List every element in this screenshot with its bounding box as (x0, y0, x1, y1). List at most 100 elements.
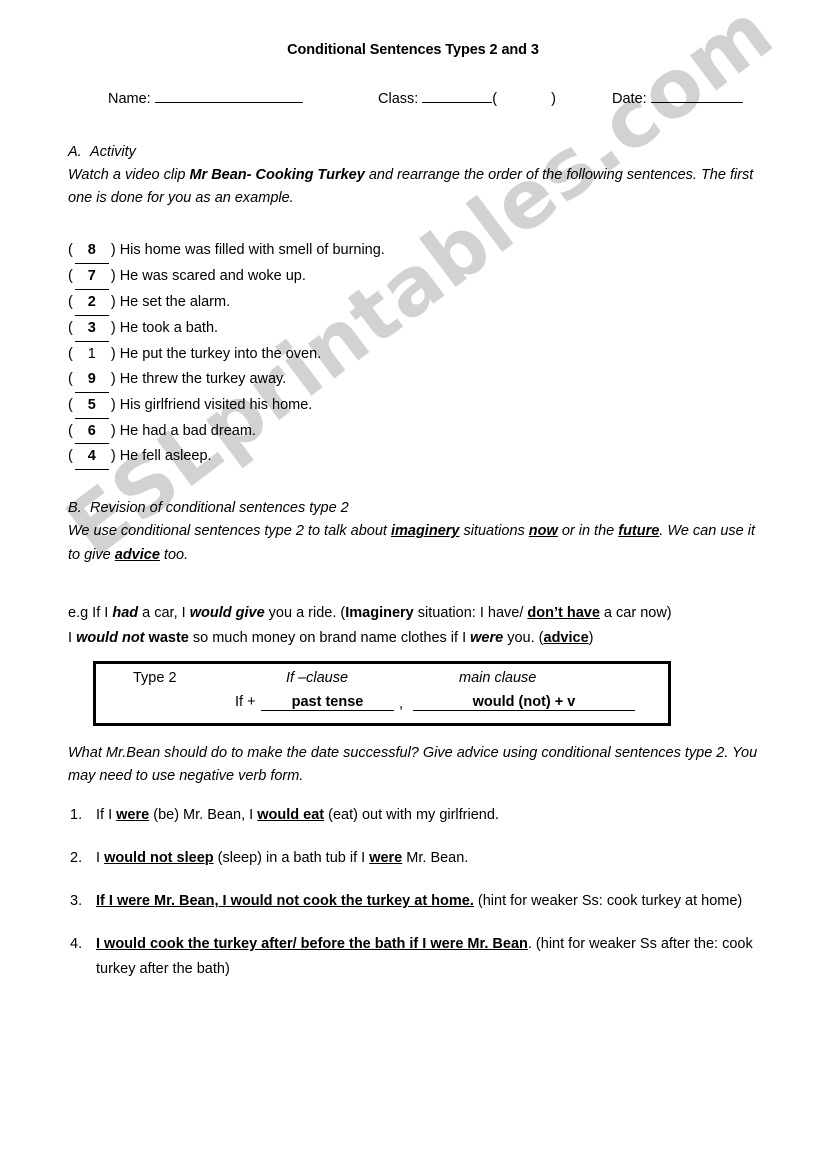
ordering-item-text: He put the turkey into the oven. (119, 345, 322, 362)
if-clause-header: If –clause (286, 669, 349, 686)
ordering-item-text: He fell asleep. (119, 448, 212, 465)
name-label: Name: (108, 91, 151, 107)
name-field[interactable]: Name: (108, 88, 303, 107)
explanation-part-2: situations (459, 523, 529, 540)
eg2-would-not: would not (76, 630, 145, 647)
eg1-had: had (112, 605, 139, 622)
ordering-item-text: He set the alarm. (119, 293, 231, 310)
keyword-imaginery: imaginery (390, 523, 460, 540)
order-answer-blank[interactable]: 9 (74, 367, 109, 393)
paren-open: ( (68, 370, 73, 387)
class-blank[interactable] (422, 88, 493, 103)
order-answer-blank[interactable]: 7 (74, 264, 109, 290)
eg2-were: were (470, 630, 504, 647)
paren-open: ( (68, 241, 73, 258)
section-b: B. Revision of conditional sentences type… (0, 500, 826, 981)
answer-blank-2[interactable]: would eat (257, 807, 324, 823)
paren-open: ( (68, 345, 73, 362)
video-clip-title: Mr Bean- Cooking Turkey (189, 167, 365, 183)
eg1-would-give: would give (189, 605, 265, 622)
date-field[interactable]: Date: (612, 88, 743, 107)
ordering-item-text: He took a bath. (119, 319, 219, 336)
answer-blank-1[interactable]: were (116, 807, 149, 823)
section-b-label: Revision of conditional sentences type 2 (90, 500, 349, 517)
explanation-part-5: too. (159, 546, 189, 563)
example-line-1: e.g If I had a car, I would give you a r… (68, 601, 766, 626)
date-blank[interactable] (650, 88, 743, 103)
paren-close: ) (110, 396, 120, 413)
paren-open: ( (68, 396, 73, 413)
paren-open: ( (68, 293, 73, 310)
section-b-letter: B. (68, 500, 82, 517)
examples-block: e.g If I had a car, I would give you a r… (68, 601, 766, 650)
paren-open: ( (68, 448, 73, 465)
order-answer-blank[interactable]: 4 (74, 444, 109, 471)
order-answer-blank[interactable]: 2 (74, 290, 109, 316)
eg1-part-4: situation: I have/ (413, 605, 528, 622)
ordering-item-text: He threw the turkey away. (119, 370, 287, 387)
section-a-heading: A. Activity (68, 144, 766, 160)
answer-blank-1[interactable]: would not sleep (104, 850, 214, 866)
main-clause-header: main clause (459, 669, 537, 686)
eg2-part-3: you. ( (503, 630, 544, 647)
eg1-part-3: you a ride. ( (264, 605, 346, 622)
keyword-now: now (528, 523, 558, 540)
ordering-item-text: His home was filled with smell of burnin… (119, 241, 385, 258)
section-a-instructions: Watch a video clip Mr Bean- Cooking Turk… (68, 164, 766, 211)
answer-blank-1[interactable]: I would cook the turkey after/ before th… (96, 936, 528, 952)
order-answer-blank[interactable]: 6 (74, 419, 109, 445)
answer-hint: (hint for weaker Ss: cook turkey at home… (473, 893, 743, 909)
answer-blank-1[interactable]: If I were Mr. Bean, I would not cook the… (96, 893, 474, 909)
paren-close: ) (110, 267, 120, 284)
example-line-2: I would not waste so much money on brand… (68, 626, 766, 651)
eg2-waste: waste (148, 630, 189, 647)
paren-close: ) (110, 293, 120, 310)
eg2-advice: advice (543, 630, 589, 647)
answers-list: 1. If I were (be) Mr. Bean, I would eat (… (68, 803, 766, 982)
formula-box: Type 2 If –clause main clause If + past … (93, 660, 671, 726)
answer-item: 4. I would cook the turkey after/ before … (68, 932, 766, 982)
answer-text-post: (eat) out with my girlfriend. (324, 807, 499, 824)
would-not-v-blank[interactable]: would (not) + v (413, 694, 635, 711)
answer-number: 1. (70, 807, 83, 824)
answer-number: 2. (70, 850, 83, 867)
eg2-part-4: ) (588, 630, 594, 647)
order-answer-blank[interactable]: 3 (74, 316, 109, 342)
answer-item: 1. If I were (be) Mr. Bean, I would eat (… (68, 803, 766, 828)
ordering-item: (6) He had a bad dream. (68, 419, 766, 445)
ordering-item-text: His girlfriend visited his home. (119, 396, 313, 413)
past-tense-blank[interactable]: past tense (261, 694, 394, 711)
ordering-item: (4) He fell asleep. (68, 444, 766, 471)
ordering-item: (2) He set the alarm. (68, 290, 766, 316)
eg1-dont-have: don’t have (527, 605, 600, 622)
eg1-imaginery: Imaginery (345, 605, 414, 622)
eg1-part-2: a car, I (138, 605, 190, 622)
explanation-part-1: We use conditional sentences type 2 to t… (68, 523, 391, 540)
worksheet-content: Conditional Sentences Types 2 and 3 Name… (0, 0, 826, 982)
paren-open: ( (68, 267, 73, 284)
explanation-part-3: or in the (557, 523, 619, 540)
order-answer-blank[interactable]: 5 (74, 393, 109, 419)
ordering-item: (7) He was scared and woke up. (68, 264, 766, 290)
formula-box-headers: Type 2 If –clause main clause (96, 664, 668, 690)
ordering-item-text: He had a bad dream. (119, 422, 256, 439)
keyword-advice: advice (114, 546, 160, 563)
date-label: Date: (612, 91, 647, 107)
class-paren-blank[interactable] (497, 89, 551, 103)
if-plus-label: If + (235, 693, 256, 710)
paren-close: ) (110, 448, 120, 465)
task-prompt: What Mr.Bean should do to make the date … (68, 744, 758, 785)
ordering-item: (1) He put the turkey into the oven. (68, 342, 766, 367)
worksheet-page: ESLprintables.com Conditional Sentences … (0, 0, 826, 1169)
ordering-item: (9) He threw the turkey away. (68, 367, 766, 393)
answer-blank-2[interactable]: were (369, 850, 402, 866)
header-fields: Name: Class:() Date: (0, 88, 826, 112)
class-paren-close: ) (551, 91, 556, 107)
order-answer-blank[interactable]: 8 (74, 238, 109, 264)
paren-close: ) (110, 370, 120, 387)
ordering-item: (3) He took a bath. (68, 316, 766, 342)
name-blank[interactable] (154, 88, 303, 103)
ordering-item-text: He was scared and woke up. (119, 267, 306, 284)
order-example-number: 1 (87, 345, 96, 362)
class-field[interactable]: Class:() (378, 88, 556, 107)
